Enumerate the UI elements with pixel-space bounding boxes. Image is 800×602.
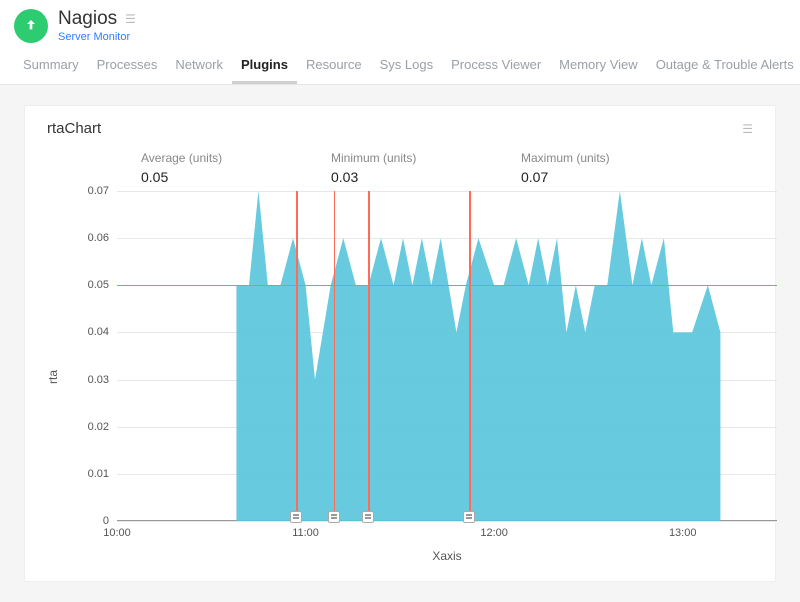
title-menu-icon[interactable]: ☰ [125, 12, 136, 26]
x-tick: 13:00 [669, 527, 697, 539]
tab-summary[interactable]: Summary [14, 47, 88, 84]
stat-minimum: Minimum (units) 0.03 [331, 151, 521, 185]
stat-value: 0.05 [141, 169, 331, 185]
card-menu-icon[interactable]: ☰ [742, 122, 753, 136]
tab-network[interactable]: Network [166, 47, 232, 84]
stat-value: 0.07 [521, 169, 711, 185]
page-title: Nagios [58, 8, 117, 30]
grid-line [117, 521, 777, 522]
y-tick: 0.04 [88, 326, 109, 338]
event-marker[interactable] [334, 191, 336, 521]
chart-card: rtaChart ☰ Average (units) 0.05 Minimum … [24, 105, 776, 582]
stat-label: Minimum (units) [331, 151, 521, 165]
x-tick: 12:00 [480, 527, 508, 539]
stat-maximum: Maximum (units) 0.07 [521, 151, 711, 185]
subtitle-link[interactable]: Server Monitor [58, 31, 136, 43]
y-axis-label: rta [46, 370, 60, 384]
tab-syslogs[interactable]: Sys Logs [371, 47, 442, 84]
chart-plot[interactable]: 00.010.020.030.040.050.060.0710:0011:001… [117, 191, 777, 521]
content-area: rtaChart ☰ Average (units) 0.05 Minimum … [0, 85, 800, 602]
y-tick: 0.06 [88, 232, 109, 244]
tab-processes[interactable]: Processes [88, 47, 167, 84]
y-tick: 0 [103, 515, 109, 527]
tab-memory-view[interactable]: Memory View [550, 47, 647, 84]
threshold-line [117, 285, 777, 286]
area-series [117, 191, 777, 521]
y-tick: 0.07 [88, 185, 109, 197]
card-title: rtaChart [47, 120, 101, 137]
tab-process-viewer[interactable]: Process Viewer [442, 47, 550, 84]
tab-bar: Summary Processes Network Plugins Resour… [0, 47, 800, 85]
event-marker[interactable] [296, 191, 298, 521]
event-marker[interactable] [469, 191, 471, 521]
stat-label: Average (units) [141, 151, 331, 165]
stats-row: Average (units) 0.05 Minimum (units) 0.0… [141, 151, 753, 185]
avatar [14, 9, 48, 43]
stat-average: Average (units) 0.05 [141, 151, 331, 185]
title-block: Nagios ☰ Server Monitor [58, 8, 136, 43]
stat-label: Maximum (units) [521, 151, 711, 165]
y-tick: 0.03 [88, 374, 109, 386]
x-axis-label: Xaxis [117, 549, 777, 563]
stat-value: 0.03 [331, 169, 521, 185]
event-marker[interactable] [368, 191, 370, 521]
x-tick: 10:00 [103, 527, 131, 539]
chart-wrap: rta 00.010.020.030.040.050.060.0710:0011… [71, 191, 753, 563]
y-tick: 0.02 [88, 421, 109, 433]
tab-resource[interactable]: Resource [297, 47, 371, 84]
tab-plugins[interactable]: Plugins [232, 47, 297, 84]
y-tick: 0.01 [88, 468, 109, 480]
y-tick: 0.05 [88, 279, 109, 291]
x-tick: 11:00 [292, 527, 319, 539]
page-header: Nagios ☰ Server Monitor [0, 0, 800, 47]
tab-outage-alerts[interactable]: Outage & Trouble Alerts [647, 47, 800, 84]
upload-icon [23, 18, 39, 34]
